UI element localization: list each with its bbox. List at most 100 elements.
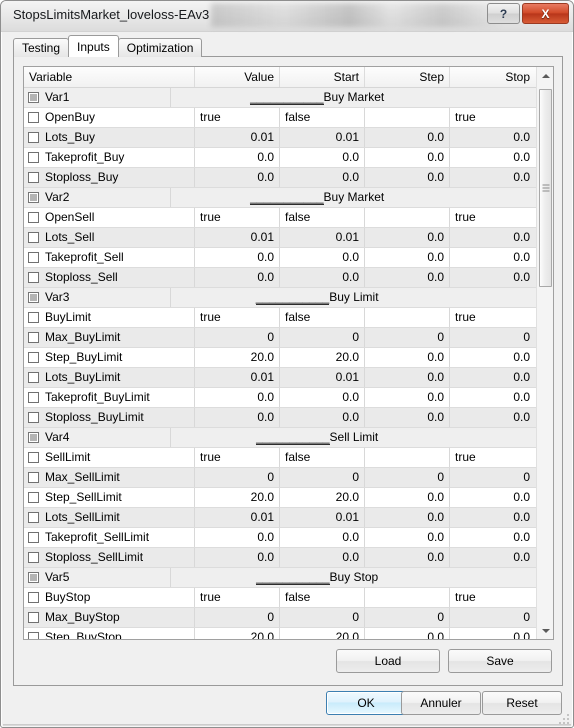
start-cell[interactable]: false — [280, 588, 365, 607]
table-row[interactable]: BuyLimit true false true — [24, 308, 537, 328]
start-cell[interactable]: false — [280, 448, 365, 467]
step-cell[interactable] — [365, 448, 450, 467]
start-cell[interactable]: 0 — [280, 608, 365, 627]
stop-cell[interactable]: 0 — [450, 468, 535, 487]
scroll-up-arrow-icon[interactable] — [537, 67, 553, 84]
stop-cell[interactable]: 0 — [450, 608, 535, 627]
optimize-checkbox[interactable] — [28, 532, 39, 543]
stop-cell[interactable]: 0.0 — [450, 408, 535, 427]
table-row[interactable]: Max_BuyStop 0 0 0 0 — [24, 608, 537, 628]
value-cell[interactable]: 20.0 — [195, 488, 280, 507]
start-cell[interactable]: 0.01 — [280, 128, 365, 147]
start-cell[interactable]: 0.0 — [280, 168, 365, 187]
table-row[interactable]: OpenSell true false true — [24, 208, 537, 228]
checkbox-disabled-icon[interactable] — [28, 92, 39, 103]
stop-cell[interactable]: 0.0 — [450, 228, 535, 247]
stop-cell[interactable]: true — [450, 448, 535, 467]
optimize-checkbox[interactable] — [28, 412, 39, 423]
step-cell[interactable] — [365, 588, 450, 607]
step-cell[interactable]: 0.0 — [365, 488, 450, 507]
value-cell[interactable]: true — [195, 208, 280, 227]
table-row[interactable]: OpenBuy true false true — [24, 108, 537, 128]
value-cell[interactable]: 20.0 — [195, 348, 280, 367]
table-row[interactable]: BuyStop true false true — [24, 588, 537, 608]
optimize-checkbox[interactable] — [28, 232, 39, 243]
step-cell[interactable]: 0.0 — [365, 348, 450, 367]
checkbox-disabled-icon[interactable] — [28, 432, 39, 443]
value-cell[interactable]: 0.01 — [195, 508, 280, 527]
table-row[interactable]: Takeprofit_Sell 0.0 0.0 0.0 0.0 — [24, 248, 537, 268]
step-cell[interactable]: 0.0 — [365, 368, 450, 387]
stop-cell[interactable]: 0.0 — [450, 348, 535, 367]
column-header-value[interactable]: Value — [195, 67, 280, 87]
step-cell[interactable]: 0.0 — [365, 248, 450, 267]
value-cell[interactable]: true — [195, 588, 280, 607]
table-row[interactable]: Stoploss_BuyLimit 0.0 0.0 0.0 0.0 — [24, 408, 537, 428]
table-row[interactable]: Max_SellLimit 0 0 0 0 — [24, 468, 537, 488]
table-row[interactable]: Stoploss_Buy 0.0 0.0 0.0 0.0 — [24, 168, 537, 188]
start-cell[interactable]: 0.0 — [280, 528, 365, 547]
optimize-checkbox[interactable] — [28, 252, 39, 263]
start-cell[interactable]: 0 — [280, 468, 365, 487]
stop-cell[interactable]: 0.0 — [450, 128, 535, 147]
value-cell[interactable]: 0.01 — [195, 228, 280, 247]
column-header-stop[interactable]: Stop — [450, 67, 535, 87]
value-cell[interactable]: 0.0 — [195, 528, 280, 547]
start-cell[interactable]: 0.0 — [280, 408, 365, 427]
group-row[interactable]: Var3 ___________Buy Limit — [24, 288, 537, 308]
value-cell[interactable]: 0.0 — [195, 548, 280, 567]
value-cell[interactable]: 0.0 — [195, 388, 280, 407]
table-row[interactable]: Step_BuyLimit 20.0 20.0 0.0 0.0 — [24, 348, 537, 368]
tab-testing[interactable]: Testing — [13, 38, 70, 57]
stop-cell[interactable]: 0.0 — [450, 548, 535, 567]
scrollbar-thumb[interactable] — [539, 89, 552, 287]
step-cell[interactable]: 0 — [365, 328, 450, 347]
optimize-checkbox[interactable] — [28, 272, 39, 283]
value-cell[interactable]: 0.0 — [195, 248, 280, 267]
load-button[interactable]: Load — [336, 649, 440, 673]
optimize-checkbox[interactable] — [28, 352, 39, 363]
value-cell[interactable]: 0.0 — [195, 408, 280, 427]
step-cell[interactable]: 0.0 — [365, 148, 450, 167]
value-cell[interactable]: 0.0 — [195, 148, 280, 167]
table-row[interactable]: Max_BuyLimit 0 0 0 0 — [24, 328, 537, 348]
ok-button[interactable]: OK — [326, 691, 406, 715]
value-cell[interactable]: true — [195, 108, 280, 127]
table-row[interactable]: Takeprofit_SellLimit 0.0 0.0 0.0 0.0 — [24, 528, 537, 548]
start-cell[interactable]: false — [280, 108, 365, 127]
step-cell[interactable]: 0.0 — [365, 128, 450, 147]
step-cell[interactable]: 0.0 — [365, 408, 450, 427]
table-row[interactable]: Lots_Sell 0.01 0.01 0.0 0.0 — [24, 228, 537, 248]
optimize-checkbox[interactable] — [28, 312, 39, 323]
value-cell[interactable]: 0 — [195, 468, 280, 487]
optimize-checkbox[interactable] — [28, 152, 39, 163]
checkbox-disabled-icon[interactable] — [28, 292, 39, 303]
stop-cell[interactable]: 0.0 — [450, 508, 535, 527]
reset-button[interactable]: Reset — [482, 691, 562, 715]
value-cell[interactable]: 0.01 — [195, 128, 280, 147]
start-cell[interactable]: 0 — [280, 328, 365, 347]
optimize-checkbox[interactable] — [28, 372, 39, 383]
stop-cell[interactable]: 0.0 — [450, 368, 535, 387]
stop-cell[interactable]: true — [450, 108, 535, 127]
stop-cell[interactable]: 0.0 — [450, 148, 535, 167]
stop-cell[interactable]: 0.0 — [450, 168, 535, 187]
step-cell[interactable]: 0.0 — [365, 228, 450, 247]
column-header-start[interactable]: Start — [280, 67, 365, 87]
value-cell[interactable]: 0.01 — [195, 368, 280, 387]
table-row[interactable]: Step_BuyStop 20.0 20.0 0.0 0.0 — [24, 628, 537, 639]
optimize-checkbox[interactable] — [28, 212, 39, 223]
start-cell[interactable]: 0.0 — [280, 248, 365, 267]
step-cell[interactable] — [365, 308, 450, 327]
value-cell[interactable]: true — [195, 308, 280, 327]
group-row[interactable]: Var5 ___________Buy Stop — [24, 568, 537, 588]
column-header-step[interactable]: Step — [365, 67, 450, 87]
group-row[interactable]: Var2 ___________Buy Market — [24, 188, 537, 208]
start-cell[interactable]: false — [280, 308, 365, 327]
stop-cell[interactable]: 0.0 — [450, 528, 535, 547]
stop-cell[interactable]: true — [450, 208, 535, 227]
checkbox-disabled-icon[interactable] — [28, 572, 39, 583]
start-cell[interactable]: false — [280, 208, 365, 227]
start-cell[interactable]: 20.0 — [280, 348, 365, 367]
start-cell[interactable]: 0.0 — [280, 268, 365, 287]
